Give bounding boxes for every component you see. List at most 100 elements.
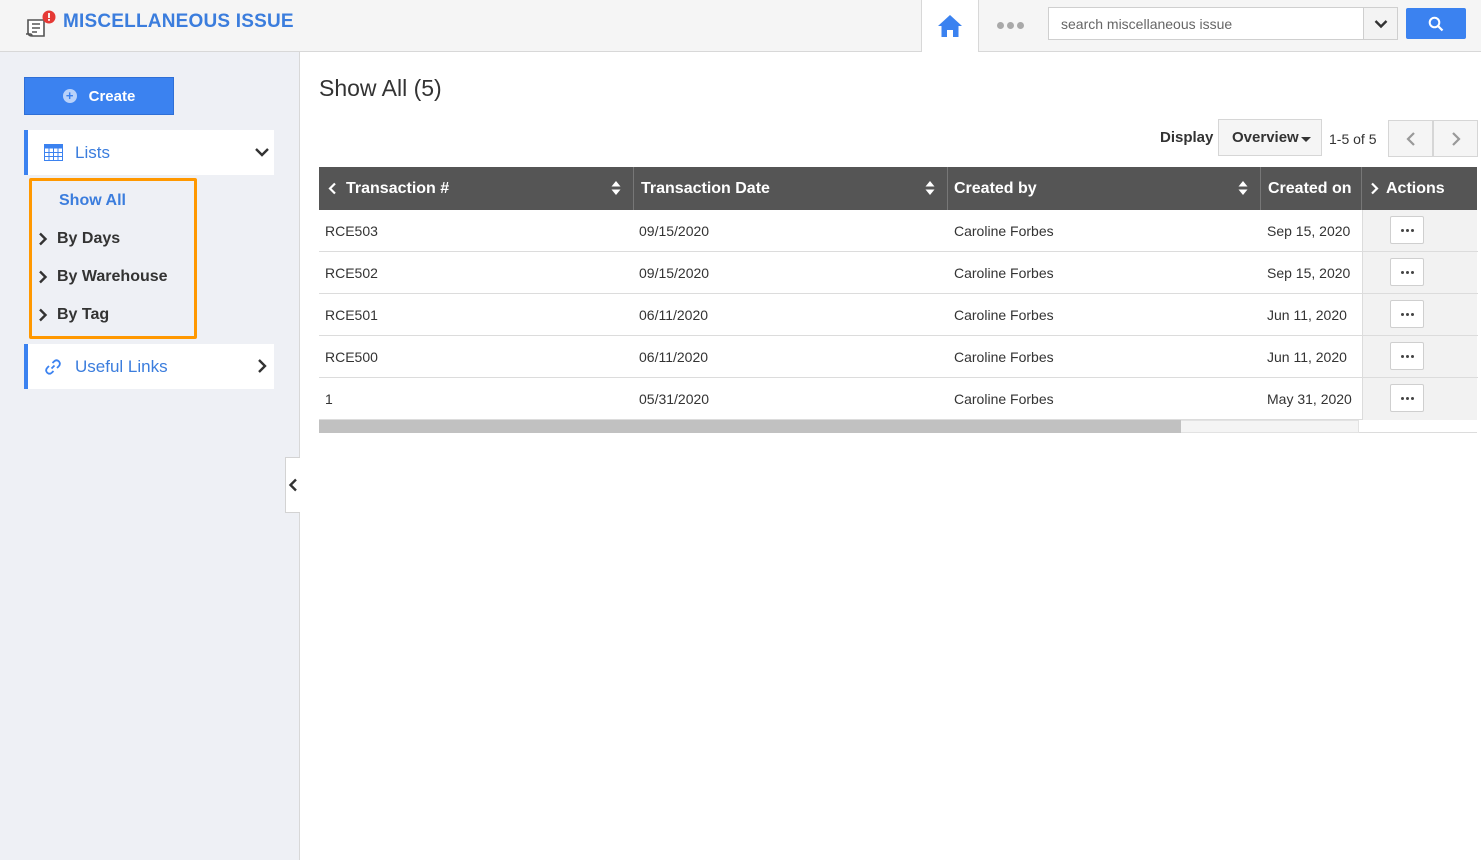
row-actions-button[interactable] (1390, 216, 1424, 244)
sidebar: + Create Lists Show All By Days By Wareh… (0, 52, 300, 860)
row-actions-button[interactable] (1390, 258, 1424, 286)
cell-transaction[interactable]: 1 (325, 378, 333, 419)
search-dropdown-button[interactable] (1363, 8, 1397, 39)
sort-icon (925, 181, 935, 195)
chevron-left-icon (288, 478, 297, 492)
column-header-label: Actions (1386, 179, 1445, 197)
chevron-right-icon (1451, 131, 1461, 146)
chevron-down-icon (1374, 19, 1387, 28)
chevron-right-icon (39, 308, 48, 322)
sidebar-item-label: By Warehouse (57, 268, 168, 285)
cell-transaction[interactable]: RCE501 (325, 294, 378, 335)
caret-down-icon (1301, 137, 1311, 142)
page-title: Show All (5) (319, 75, 442, 101)
column-header-label: Transaction Date (641, 179, 770, 197)
sidebar-item-label: By Days (57, 230, 121, 247)
cell-created-on: Jun 11, 2020 (1267, 306, 1347, 323)
column-header-created-by[interactable]: Created by (948, 167, 1261, 210)
column-header-transaction-date[interactable]: Transaction Date (634, 167, 948, 210)
prev-page-button[interactable] (1388, 120, 1433, 157)
calendar-grid-icon (43, 144, 63, 162)
cell-transaction[interactable]: RCE502 (325, 252, 378, 293)
chevron-right-icon (39, 270, 48, 284)
search-box (1048, 7, 1398, 40)
cell-date: 09/15/2020 (639, 264, 710, 281)
display-select[interactable]: Overview (1218, 119, 1322, 156)
column-header-label: Transaction # (346, 179, 450, 197)
chevron-left-icon (328, 182, 336, 195)
chevron-right-icon (1371, 182, 1379, 195)
table-row[interactable]: RCE501 06/11/2020 Caroline Forbes Jun 11… (319, 294, 1362, 336)
top-header: MISCELLANEOUS ISSUE (0, 0, 1481, 52)
table-header: Transaction # Transaction Date Created b… (319, 167, 1477, 210)
cell-created-on: Sep 15, 2020 (1267, 264, 1351, 281)
chevron-left-icon (1405, 131, 1415, 146)
table-row[interactable]: 1 05/31/2020 Caroline Forbes May 31, 202… (319, 378, 1362, 420)
chevron-down-icon (255, 148, 269, 157)
row-divider (1363, 293, 1478, 294)
sort-icon (1238, 181, 1248, 195)
horizontal-scrollbar-thumb[interactable] (319, 420, 1181, 433)
cell-date: 06/11/2020 (639, 306, 709, 323)
link-icon (43, 358, 63, 376)
useful-links-label: Useful Links (75, 356, 168, 376)
useful-links-panel-header[interactable]: Useful Links (24, 344, 274, 389)
chevron-right-icon (39, 232, 48, 246)
column-header-transaction[interactable]: Transaction # (319, 167, 634, 210)
cell-created-by: Caroline Forbes (954, 390, 1054, 407)
cell-created-by: Caroline Forbes (954, 306, 1054, 323)
sort-icon (611, 181, 621, 195)
collapse-sidebar-button[interactable] (285, 457, 300, 513)
search-icon (1428, 16, 1444, 31)
search-input[interactable] (1049, 8, 1364, 39)
row-divider (1363, 377, 1478, 378)
cell-transaction[interactable]: RCE503 (325, 210, 378, 251)
create-label: Create (88, 87, 136, 105)
lists-label: Lists (75, 142, 110, 162)
cell-created-on: Sep 15, 2020 (1267, 222, 1351, 239)
cell-date: 05/31/2020 (639, 390, 710, 407)
chevron-right-icon (258, 359, 267, 373)
create-button[interactable]: + Create (24, 77, 174, 115)
row-divider (1363, 251, 1478, 252)
sidebar-item-by-days[interactable]: By Days (38, 230, 120, 248)
row-actions-button[interactable] (1390, 342, 1424, 370)
cell-date: 06/11/2020 (639, 348, 709, 365)
actions-column (1362, 210, 1478, 420)
row-actions-button[interactable] (1390, 300, 1424, 328)
row-divider (1363, 335, 1478, 336)
sidebar-item-label: By Tag (57, 306, 110, 323)
home-button[interactable] (921, 0, 979, 52)
column-header-label: Created on (1268, 179, 1352, 197)
table-row[interactable]: RCE503 09/15/2020 Caroline Forbes Sep 15… (319, 210, 1362, 252)
cell-date: 09/15/2020 (639, 222, 710, 239)
sidebar-item-show-all[interactable]: Show All (59, 192, 126, 210)
search-button[interactable] (1406, 8, 1466, 39)
lists-panel-header[interactable]: Lists (24, 130, 274, 175)
column-header-actions[interactable]: Actions (1362, 167, 1477, 210)
column-header-created-on[interactable]: Created on (1261, 167, 1362, 210)
plus-circle-icon: + (62, 89, 77, 103)
display-label: Display (1160, 129, 1214, 146)
app-receipt-icon (24, 10, 58, 40)
sidebar-item-by-tag[interactable]: By Tag (38, 306, 109, 324)
table-row[interactable]: RCE500 06/11/2020 Caroline Forbes Jun 11… (319, 336, 1362, 378)
app-title: MISCELLANEOUS ISSUE (63, 11, 294, 32)
cell-transaction[interactable]: RCE500 (325, 336, 378, 377)
data-table: Transaction # Transaction Date Created b… (319, 167, 1478, 434)
display-value: Overview (1232, 129, 1299, 146)
cell-created-on: May 31, 2020 (1267, 390, 1352, 407)
sidebar-item-label: Show All (59, 192, 126, 209)
table-bottom-border (1359, 432, 1477, 433)
more-dots-icon[interactable] (990, 14, 1030, 36)
cell-created-by: Caroline Forbes (954, 348, 1054, 365)
column-header-label: Created by (954, 179, 1037, 197)
sidebar-item-by-warehouse[interactable]: By Warehouse (38, 268, 168, 286)
pager-text: 1-5 of 5 (1329, 131, 1377, 147)
cell-created-on: Jun 11, 2020 (1267, 348, 1347, 365)
next-page-button[interactable] (1433, 120, 1478, 157)
cell-created-by: Caroline Forbes (954, 222, 1054, 239)
table-row[interactable]: RCE502 09/15/2020 Caroline Forbes Sep 15… (319, 252, 1362, 294)
cell-created-by: Caroline Forbes (954, 264, 1054, 281)
row-actions-button[interactable] (1390, 384, 1424, 412)
